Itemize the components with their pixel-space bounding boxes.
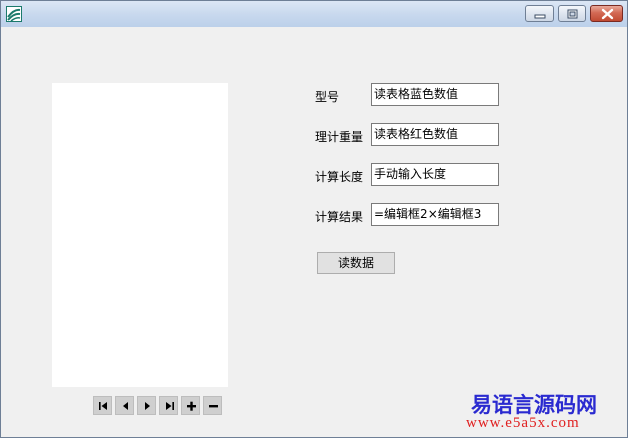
calc-length-label: 计算长度	[315, 170, 364, 184]
insert-record-button[interactable]	[181, 396, 200, 415]
last-record-icon	[166, 402, 174, 410]
insert-record-icon	[187, 401, 196, 411]
first-record-icon	[99, 402, 107, 410]
prior-record-button[interactable]	[115, 396, 134, 415]
title-bar[interactable]	[1, 1, 627, 27]
client-area: 型号 读表格蓝色数值 理计重量 读表格红色数值 计算长度 手动输入长度 计算结果…	[1, 27, 627, 437]
theoretical-weight-field[interactable]: 读表格红色数值	[371, 123, 499, 146]
delete-record-button[interactable]	[203, 396, 222, 415]
watermark-url: www.e5a5x.com	[466, 415, 580, 431]
prior-record-icon	[123, 402, 128, 410]
close-icon	[601, 8, 614, 20]
minimize-icon	[534, 14, 546, 19]
minimize-button[interactable]	[525, 5, 554, 22]
next-record-button[interactable]	[137, 396, 156, 415]
calc-result-label: 计算结果	[315, 210, 364, 224]
first-record-button[interactable]	[93, 396, 112, 415]
model-label: 型号	[315, 90, 340, 104]
maximize-button[interactable]	[558, 5, 586, 22]
calc-result-field[interactable]: =编辑框2×编辑框3	[371, 203, 499, 226]
model-field[interactable]: 读表格蓝色数值	[371, 83, 499, 106]
next-record-icon	[145, 402, 150, 410]
calc-length-field[interactable]: 手动输入长度	[371, 163, 499, 186]
theoretical-weight-label: 理计重量	[315, 130, 364, 144]
main-window: 型号 读表格蓝色数值 理计重量 读表格红色数值 计算长度 手动输入长度 计算结果…	[0, 0, 628, 438]
read-data-button[interactable]: 读数据	[317, 252, 395, 274]
maximize-icon	[567, 9, 578, 19]
delete-record-icon	[209, 405, 218, 408]
close-button[interactable]	[590, 5, 623, 22]
app-logo-icon[interactable]	[6, 6, 22, 22]
last-record-button[interactable]	[159, 396, 178, 415]
data-grid[interactable]	[52, 83, 228, 387]
